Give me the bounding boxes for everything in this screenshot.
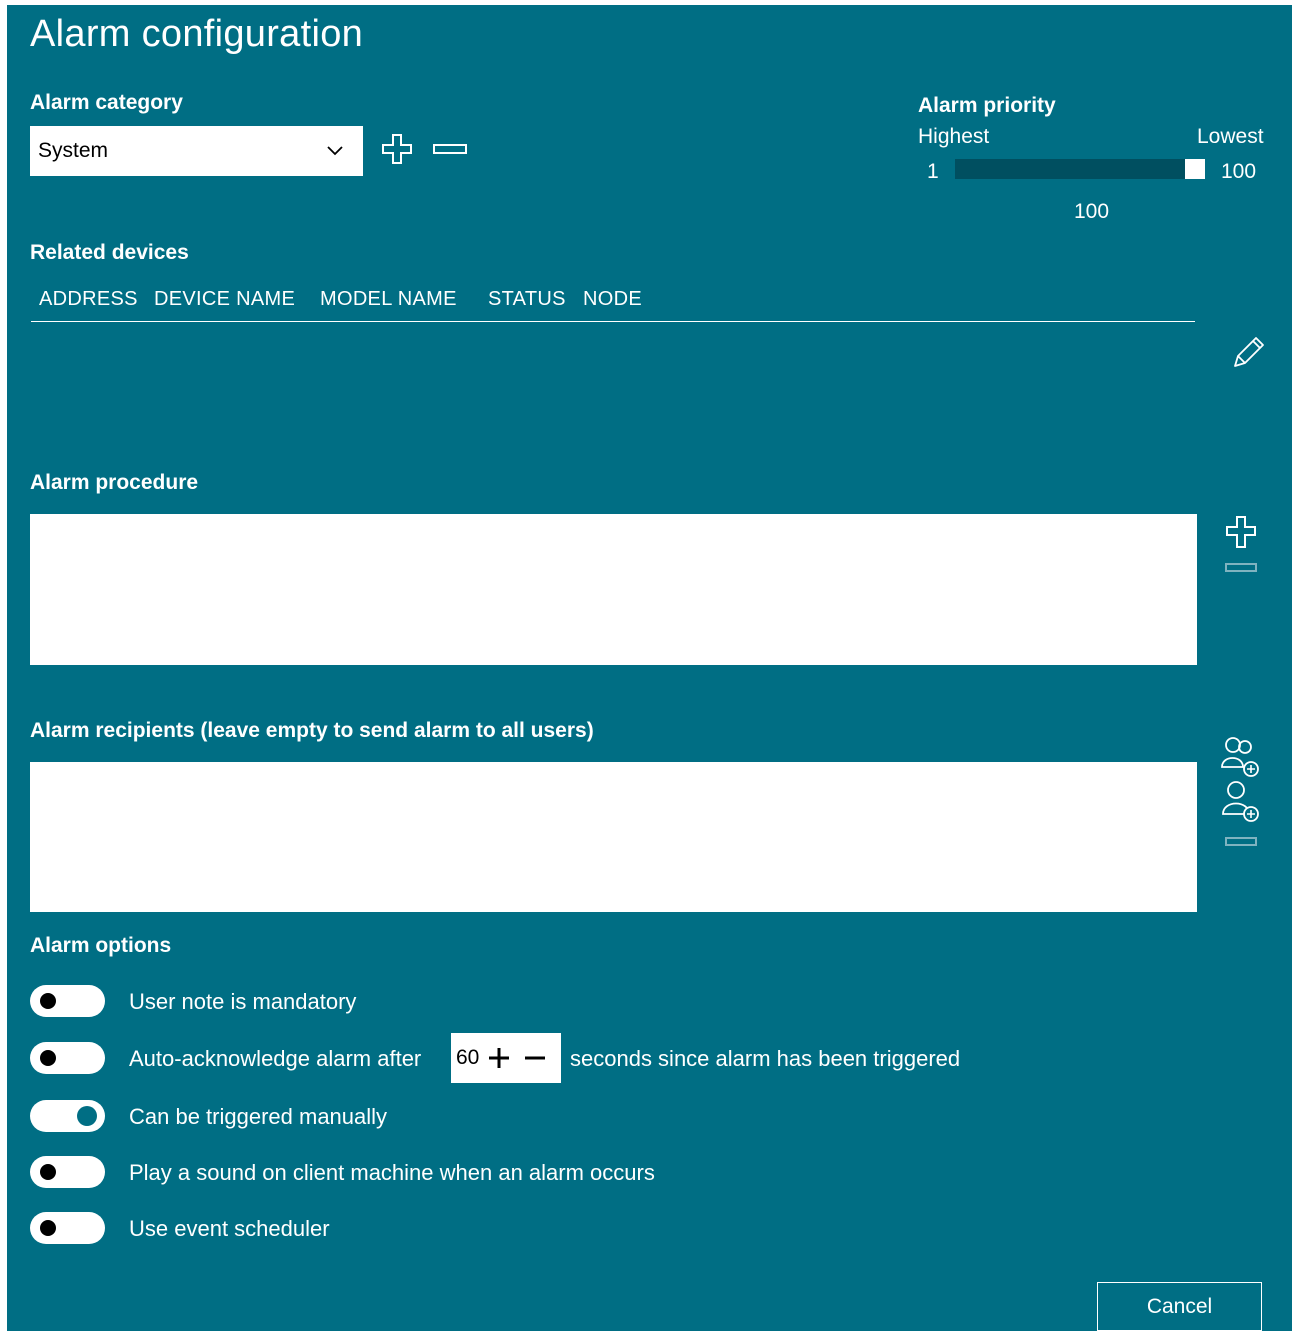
option-user-note-label: User note is mandatory	[129, 989, 357, 1014]
chevron-down-icon	[327, 146, 343, 156]
column-header-model-name[interactable]: MODEL NAME	[320, 288, 457, 311]
priority-lowest-label: Lowest	[1197, 125, 1264, 148]
toggle-knob	[40, 1220, 56, 1236]
alarm-configuration-dialog: Alarm configuration Alarm category Syste…	[7, 5, 1292, 1331]
toggle-triggered-manually[interactable]	[30, 1100, 105, 1132]
alarm-recipients-list[interactable]	[30, 762, 1197, 912]
alarm-category-label: Alarm category	[30, 91, 183, 114]
priority-max-value: 100	[1221, 160, 1257, 183]
alarm-priority-label: Alarm priority	[918, 94, 1056, 117]
column-header-node[interactable]: NODE	[583, 288, 642, 311]
remove-procedure-minus-icon[interactable]	[1225, 562, 1257, 574]
auto-ack-seconds-stepper[interactable]: 60	[451, 1033, 561, 1083]
decrement-minus-icon[interactable]	[523, 1046, 547, 1070]
related-devices-label: Related devices	[30, 241, 189, 264]
alarm-procedure-list[interactable]	[30, 514, 1197, 665]
column-header-status[interactable]: STATUS	[488, 288, 566, 311]
cancel-button[interactable]: Cancel	[1097, 1282, 1262, 1331]
priority-slider-thumb[interactable]	[1185, 159, 1205, 179]
increment-plus-icon[interactable]	[487, 1046, 511, 1070]
toggle-user-note-mandatory[interactable]	[30, 985, 105, 1017]
priority-current-value: 100	[1074, 200, 1110, 223]
toggle-auto-acknowledge[interactable]	[30, 1042, 105, 1074]
remove-category-minus-icon[interactable]	[432, 143, 468, 155]
toggle-event-scheduler[interactable]	[30, 1212, 105, 1244]
toggle-play-sound[interactable]	[30, 1156, 105, 1188]
toggle-knob	[40, 1164, 56, 1180]
alarm-options-label: Alarm options	[30, 934, 172, 957]
option-auto-acknowledge-suffix: seconds since alarm has been triggered	[570, 1046, 961, 1071]
auto-ack-seconds-value[interactable]: 60	[456, 1046, 479, 1070]
dialog-title: Alarm configuration	[30, 13, 364, 55]
option-triggered-manually-label: Can be triggered manually	[129, 1104, 388, 1129]
toggle-knob	[77, 1106, 97, 1126]
alarm-recipients-label: Alarm recipients (leave empty to send al…	[30, 719, 594, 742]
option-event-scheduler-label: Use event scheduler	[129, 1216, 330, 1241]
add-group-icon[interactable]	[1219, 735, 1263, 779]
edit-devices-pencil-icon[interactable]	[1229, 332, 1269, 372]
option-play-sound-label: Play a sound on client machine when an a…	[129, 1160, 655, 1185]
add-user-icon[interactable]	[1219, 780, 1263, 824]
add-procedure-plus-icon[interactable]	[1225, 514, 1257, 550]
toggle-knob	[40, 1050, 56, 1066]
alarm-procedure-label: Alarm procedure	[30, 471, 199, 494]
add-category-plus-icon[interactable]	[379, 131, 415, 167]
priority-min-value: 1	[927, 160, 939, 183]
priority-highest-label: Highest	[918, 125, 990, 148]
column-header-device-name[interactable]: DEVICE NAME	[154, 288, 295, 311]
alarm-category-value: System	[38, 139, 109, 162]
toggle-knob	[40, 993, 56, 1009]
devices-header-divider	[31, 321, 1195, 322]
remove-recipient-minus-icon[interactable]	[1225, 836, 1257, 848]
priority-slider-track[interactable]	[955, 159, 1205, 179]
column-header-address[interactable]: ADDRESS	[39, 288, 138, 311]
option-auto-acknowledge-label: Auto-acknowledge alarm after	[129, 1046, 422, 1071]
alarm-category-select[interactable]: System	[30, 126, 363, 176]
